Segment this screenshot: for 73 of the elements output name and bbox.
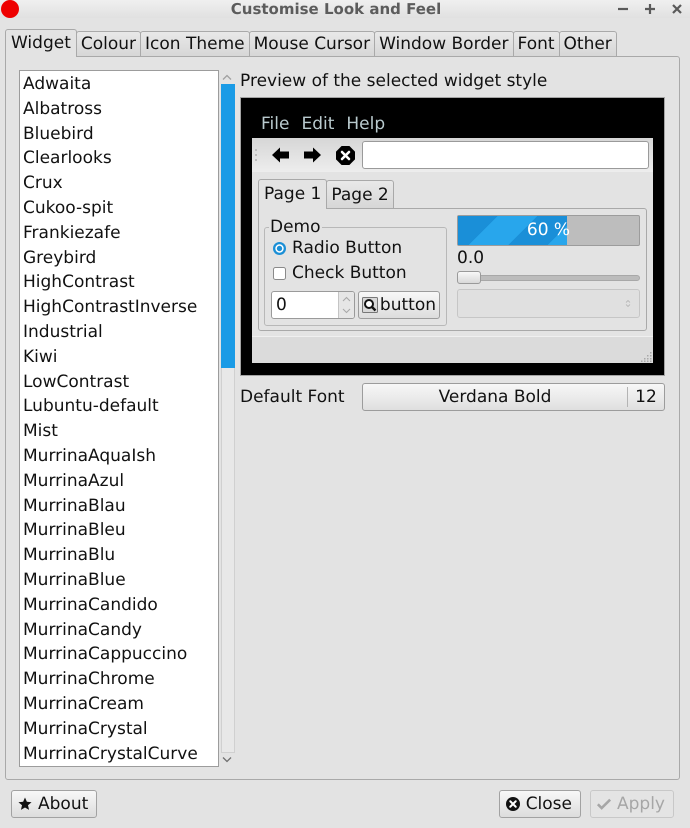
list-item[interactable]: Albatross	[20, 96, 218, 122]
list-item[interactable]: MurrinaCandido	[20, 592, 218, 618]
list-item[interactable]: Frankiezafe	[20, 220, 218, 246]
tab[interactable]: Colour	[76, 31, 142, 56]
updown-arrows-icon	[625, 299, 631, 308]
scrollbar-thumb[interactable]	[220, 84, 234, 368]
right-arrow-icon[interactable]	[304, 147, 321, 163]
list-item[interactable]: MurrinaBlau	[20, 494, 218, 518]
list-item[interactable]: MurrinaBleu	[20, 518, 218, 544]
list-item[interactable]: Lubuntu-default	[20, 394, 218, 420]
list-item[interactable]: MurrinaCrystal	[20, 716, 218, 742]
window-title: Customise Look and Feel	[230, 0, 442, 18]
check-icon	[597, 797, 611, 811]
spin-field[interactable]: 0	[271, 291, 355, 319]
list-item[interactable]: LowContrast	[20, 370, 218, 394]
tab[interactable]: Icon Theme	[140, 31, 250, 56]
list-item[interactable]: Adwaita	[20, 72, 218, 97]
maximize-icon[interactable]	[645, 4, 655, 14]
slider[interactable]	[457, 271, 640, 284]
chevron-down-icon[interactable]	[222, 757, 232, 763]
list-item[interactable]: Cukoo-spit	[20, 196, 218, 221]
tab[interactable]: Window Border	[374, 31, 514, 56]
list-item[interactable]: MurrinaAzul	[20, 468, 218, 494]
preview-title: Preview of the selected widget style	[240, 70, 548, 92]
resize-grip-icon	[641, 351, 652, 362]
list-item[interactable]: MurrinaCandy	[20, 618, 218, 642]
list-item[interactable]: Clearlooks	[20, 146, 218, 172]
tab[interactable]: Font	[512, 31, 560, 56]
list-item[interactable]: Crux	[20, 171, 218, 196]
dot-icon	[1, 0, 19, 18]
tab[interactable]: Widget	[5, 29, 77, 57]
menu-item[interactable]: File	[255, 111, 296, 137]
checkbox-label: Check Button	[292, 263, 407, 283]
list-item[interactable]: Bluebird	[20, 122, 218, 146]
left-arrow-icon[interactable]	[272, 147, 289, 163]
list-item[interactable]: MurrinaCappuccino	[20, 642, 218, 668]
search-icon	[362, 297, 378, 313]
star-icon	[18, 797, 32, 811]
list-item[interactable]: MurrinaCream	[20, 692, 218, 717]
list-item[interactable]: MurrinaAquaIsh	[20, 444, 218, 469]
button[interactable]: button	[358, 291, 440, 319]
list-item[interactable]: Industrial	[20, 320, 218, 345]
grip-icon	[255, 148, 258, 162]
list-item[interactable]: MurrinaCrystalCurve	[20, 742, 218, 766]
radio-label: Radio Button	[292, 238, 402, 258]
close-button[interactable]: Close	[498, 790, 581, 818]
menu-item[interactable]: Help	[340, 111, 392, 137]
close-icon[interactable]	[672, 4, 682, 14]
close-icon	[506, 797, 520, 811]
list-item[interactable]: MurrinaBlu	[20, 543, 218, 568]
checkbox-icon[interactable]	[273, 266, 286, 280]
slider-thumb[interactable]	[457, 271, 481, 284]
text-field[interactable]	[362, 141, 649, 169]
frame-label: Demo	[269, 219, 322, 236]
slider-value: 0.0	[457, 249, 486, 267]
chevron-up-icon[interactable]	[222, 74, 232, 80]
about-button[interactable]: About	[11, 790, 98, 818]
default-font-label: Default Font	[240, 387, 346, 407]
list-item[interactable]: MurrinaBlue	[20, 568, 218, 593]
tab[interactable]: Page 2	[326, 180, 394, 208]
stop-icon[interactable]	[336, 146, 355, 164]
menu-item[interactable]: Edit	[295, 111, 340, 137]
list-item[interactable]: HighContrast	[20, 270, 218, 296]
radio-icon[interactable]	[273, 242, 286, 254]
list-item[interactable]: MurrinaChrome	[20, 667, 218, 692]
list-item[interactable]: Greybird	[20, 246, 218, 270]
tab[interactable]: Other	[558, 31, 617, 56]
font-button[interactable]: Verdana Bold 12	[362, 383, 665, 411]
tab[interactable]: Mouse Cursor	[248, 31, 376, 56]
list-item[interactable]: Kiwi	[20, 344, 218, 370]
list-item[interactable]: HighContrastInverse	[20, 295, 218, 320]
tab[interactable]: Page 1	[258, 179, 328, 209]
list-item[interactable]: Mist	[20, 419, 218, 444]
